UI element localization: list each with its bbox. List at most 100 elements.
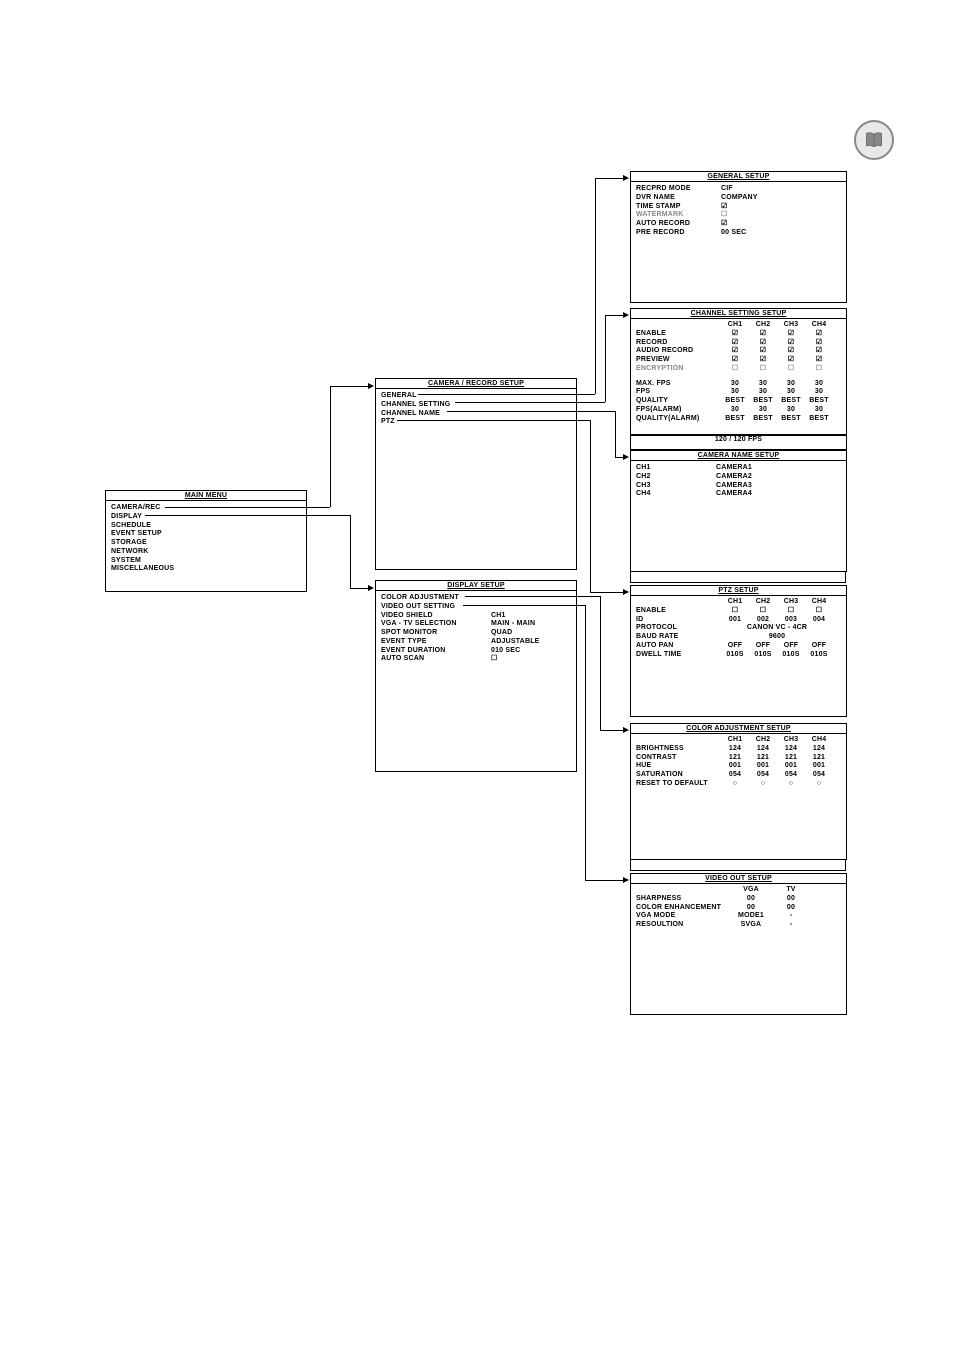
ptz-row[interactable]: BAUD RATE9600 xyxy=(636,633,841,642)
ptz-row[interactable]: ENABLE☐☐☐☐ xyxy=(636,607,841,616)
arrow-head-icon xyxy=(623,454,629,460)
general-setup-row[interactable]: TIME STAMP☑ xyxy=(636,203,841,212)
channel-row[interactable]: MAX. FPS30303030 xyxy=(636,380,841,389)
video-out-row[interactable]: RESOULTIONSVGA- xyxy=(636,921,841,930)
channel-row[interactable]: FPS(ALARM)30303030 xyxy=(636,406,841,415)
main-menu-item[interactable]: STORAGE xyxy=(111,539,301,548)
connector-line xyxy=(350,515,351,588)
ptz-row[interactable]: AUTO PANOFFOFFOFFOFF xyxy=(636,642,841,651)
color-row[interactable]: CONTRAST121121121121 xyxy=(636,754,841,763)
arrow-head-icon xyxy=(623,877,629,883)
connector-line xyxy=(330,386,370,387)
ptz-row[interactable]: DWELL TIME010S010S010S010S xyxy=(636,651,841,660)
channel-row[interactable]: ENCRYPTION☐☐☐☐ xyxy=(636,365,841,374)
camera-name-row[interactable]: CH4CAMERA4 xyxy=(636,490,841,499)
arrow-head-icon xyxy=(623,589,629,595)
color-adj-title: COLOR ADJUSTMENT SETUP xyxy=(631,724,846,734)
display-setup-row[interactable]: VIDEO SHIELDCH1 xyxy=(381,612,571,621)
connector-line xyxy=(330,386,331,507)
display-setup-row[interactable]: EVENT TYPEADJUSTABLE xyxy=(381,638,571,647)
camera-name-row[interactable]: CH3CAMERA3 xyxy=(636,482,841,491)
main-menu-item[interactable]: NETWORK xyxy=(111,548,301,557)
video-out-panel: VIDEO OUT SETUP VGATVSHARPNESS0000COLOR … xyxy=(630,873,847,1015)
arrow-head-icon xyxy=(623,175,629,181)
channel-row[interactable]: RECORD☑☑☑☑ xyxy=(636,339,841,348)
book-icon xyxy=(854,120,894,160)
general-setup-row[interactable]: AUTO RECORD☑ xyxy=(636,220,841,229)
camera-name-row[interactable]: CH1CAMERA1 xyxy=(636,464,841,473)
general-setup-title: GENERAL SETUP xyxy=(631,172,846,182)
display-setup-row[interactable]: EVENT DURATION010 SEC xyxy=(381,647,571,656)
color-row[interactable]: HUE001001001001 xyxy=(636,762,841,771)
connector-line xyxy=(455,402,605,403)
connector-line xyxy=(595,178,596,394)
open-box-1 xyxy=(630,572,846,583)
main-menu-title: MAIN MENU xyxy=(106,491,306,501)
connector-line xyxy=(590,420,591,592)
connector-line xyxy=(585,880,625,881)
ptz-title: PTZ SETUP xyxy=(631,586,846,596)
connector-line xyxy=(418,394,595,395)
video-out-row[interactable]: COLOR ENHANCEMENT0000 xyxy=(636,904,841,913)
channel-row[interactable]: QUALITYBESTBESTBESTBEST xyxy=(636,397,841,406)
main-menu-item[interactable]: SYSTEM xyxy=(111,557,301,566)
connector-line xyxy=(585,605,586,880)
video-out-row[interactable]: SHARPNESS0000 xyxy=(636,895,841,904)
arrow-head-icon xyxy=(623,312,629,318)
main-menu-item[interactable]: MISCELLANEOUS xyxy=(111,565,301,574)
connector-line xyxy=(350,588,370,589)
arrow-head-icon xyxy=(368,383,374,389)
main-menu-item[interactable]: EVENT SETUP xyxy=(111,530,301,539)
connector-line xyxy=(615,411,616,457)
channel-setting-panel: CHANNEL SETTING SETUP CH1CH2CH3CH4ENABLE… xyxy=(630,308,847,435)
connector-line xyxy=(397,420,590,421)
camera-name-row[interactable]: CH2CAMERA2 xyxy=(636,473,841,482)
arrow-head-icon xyxy=(368,585,374,591)
color-row[interactable]: RESET TO DEFAULT○○○○ xyxy=(636,780,841,789)
connector-line xyxy=(595,178,625,179)
ptz-row[interactable]: PROTOCOLCANON VC - 4CR xyxy=(636,624,841,633)
color-row[interactable]: BRIGHTNESS124124124124 xyxy=(636,745,841,754)
camera-record-panel: CAMERA / RECORD SETUP GENERALCHANNEL SET… xyxy=(375,378,577,570)
channel-setting-title: CHANNEL SETTING SETUP xyxy=(631,309,846,319)
channel-row[interactable]: PREVIEW☑☑☑☑ xyxy=(636,356,841,365)
camera-record-title: CAMERA / RECORD SETUP xyxy=(376,379,576,389)
connector-line xyxy=(465,596,600,597)
display-setup-row[interactable]: VGA - TV SELECTIONMAIN - MAIN xyxy=(381,620,571,629)
video-out-row[interactable]: VGA MODEMODE1- xyxy=(636,912,841,921)
connector-line xyxy=(145,515,350,516)
open-box-2 xyxy=(630,860,846,871)
display-setup-row[interactable]: AUTO SCAN☐ xyxy=(381,655,571,664)
ptz-panel: PTZ SETUP CH1CH2CH3CH4ENABLE☐☐☐☐ID001002… xyxy=(630,585,847,717)
display-setup-panel: DISPLAY SETUP COLOR ADJUSTMENTVIDEO OUT … xyxy=(375,580,577,772)
color-adj-panel: COLOR ADJUSTMENT SETUP CH1CH2CH3CH4BRIGH… xyxy=(630,723,847,860)
general-setup-row[interactable]: DVR NAMECOMPANY xyxy=(636,194,841,203)
main-menu-item[interactable]: CAMERA/REC xyxy=(111,504,301,513)
ptz-row[interactable]: ID001002003004 xyxy=(636,616,841,625)
camera-name-title: CAMERA NAME SETUP xyxy=(631,451,846,461)
connector-line xyxy=(165,507,330,508)
main-menu-panel: MAIN MENU CAMERA/RECDISPLAYSCHEDULEEVENT… xyxy=(105,490,307,592)
main-menu-item[interactable]: SCHEDULE xyxy=(111,522,301,531)
channel-row[interactable]: QUALITY(ALARM)BESTBESTBESTBEST xyxy=(636,415,841,424)
display-setup-row[interactable]: SPOT MONITORQUAD xyxy=(381,629,571,638)
video-out-title: VIDEO OUT SETUP xyxy=(631,874,846,884)
connector-line xyxy=(600,596,601,730)
general-setup-row[interactable]: PRE RECORD00 SEC xyxy=(636,229,841,238)
general-setup-row[interactable]: RECPRD MODECIF xyxy=(636,185,841,194)
connector-line xyxy=(447,411,615,412)
general-setup-row[interactable]: WATERMARK☐ xyxy=(636,211,841,220)
connector-line xyxy=(590,592,625,593)
channel-row[interactable]: ENABLE☑☑☑☑ xyxy=(636,330,841,339)
connector-line xyxy=(463,605,585,606)
display-setup-title: DISPLAY SETUP xyxy=(376,581,576,591)
connector-line xyxy=(605,315,606,402)
general-setup-panel: GENERAL SETUP RECPRD MODECIFDVR NAMECOMP… xyxy=(630,171,847,303)
color-row[interactable]: SATURATION054054054054 xyxy=(636,771,841,780)
camera-name-panel: CAMERA NAME SETUP CH1CAMERA1CH2CAMERA2CH… xyxy=(630,450,847,572)
connector-line xyxy=(605,315,625,316)
channel-row[interactable]: AUDIO RECORD☑☑☑☑ xyxy=(636,347,841,356)
connector-line xyxy=(600,730,625,731)
channel-row[interactable]: FPS30303030 xyxy=(636,388,841,397)
arrow-head-icon xyxy=(623,727,629,733)
